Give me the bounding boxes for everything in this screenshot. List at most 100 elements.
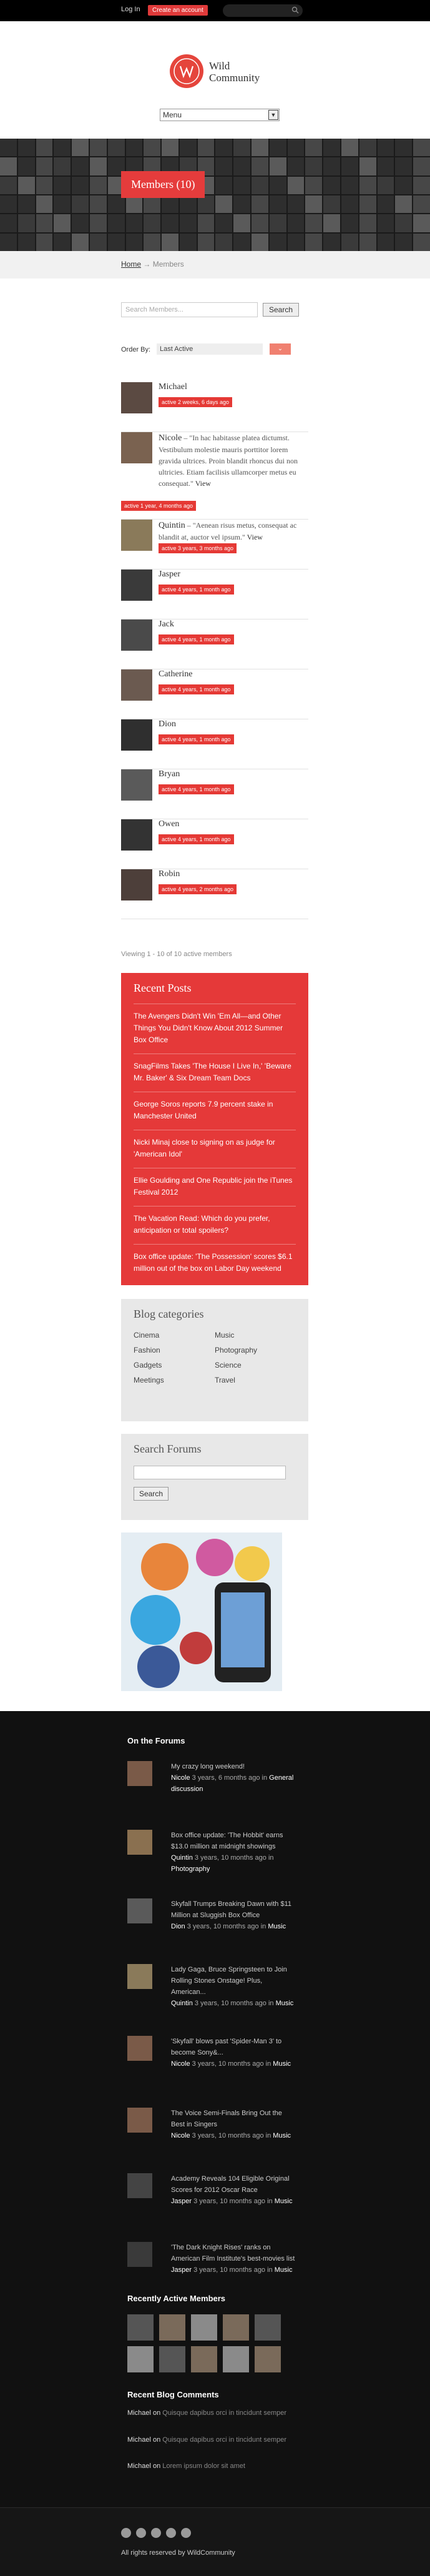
member-search-input[interactable]: Search Members...: [121, 302, 258, 317]
avatar[interactable]: [121, 619, 152, 651]
pinterest-icon[interactable]: [166, 2528, 176, 2538]
avatar[interactable]: [159, 2314, 185, 2341]
avatar[interactable]: [223, 2346, 249, 2372]
forum-topic-link[interactable]: 'The Dark Knight Rises' ranks on America…: [171, 2242, 296, 2264]
member-name[interactable]: Bryan: [159, 769, 180, 779]
recent-post-link[interactable]: George Soros reports 7.9 percent stake i…: [134, 1092, 296, 1130]
recent-post-link[interactable]: SnagFilms Takes 'The House I Live In,' '…: [134, 1054, 296, 1092]
category-link[interactable]: Meetings: [134, 1376, 215, 1384]
comment-author[interactable]: Michael: [127, 2409, 151, 2417]
forum-topic-link[interactable]: Skyfall Trumps Breaking Dawn with $11 Mi…: [171, 1898, 296, 1921]
recent-post-link[interactable]: The Avengers Didn't Win 'Em All—and Othe…: [134, 1004, 296, 1054]
twitter-icon[interactable]: [136, 2528, 146, 2538]
avatar[interactable]: [255, 2314, 281, 2341]
comment-post-link[interactable]: Quisque dapibus orci in tincidunt semper: [162, 2409, 286, 2417]
forum-topic-forum[interactable]: Music: [275, 2198, 293, 2205]
tumblr-icon[interactable]: [181, 2528, 191, 2538]
avatar[interactable]: [191, 2346, 217, 2372]
member-name[interactable]: Catherine: [159, 669, 192, 679]
avatar[interactable]: [121, 819, 152, 851]
avatar[interactable]: [121, 769, 152, 801]
recent-post-link[interactable]: Nicki Minaj close to signing on as judge…: [134, 1130, 296, 1168]
forum-topic-link[interactable]: The Voice Semi-Finals Bring Out the Best…: [171, 2108, 296, 2130]
avatar[interactable]: [127, 2314, 154, 2341]
site-logo[interactable]: [170, 54, 203, 88]
avatar[interactable]: [121, 382, 152, 413]
order-by-select[interactable]: Last Active: [157, 343, 263, 355]
forum-topic-link[interactable]: 'Skyfall' blows past 'Spider-Man 3' to b…: [171, 2036, 296, 2058]
recent-post-link[interactable]: Ellie Goulding and One Republic join the…: [134, 1168, 296, 1206]
member-name[interactable]: Jack: [159, 619, 174, 629]
forum-search-input[interactable]: [134, 1466, 286, 1479]
view-update-link[interactable]: View: [195, 479, 211, 488]
avatar[interactable]: [127, 1761, 152, 1786]
avatar[interactable]: [121, 869, 152, 901]
category-link[interactable]: Gadgets: [134, 1361, 215, 1369]
avatar[interactable]: [121, 432, 152, 463]
forum-topic-author[interactable]: Nicole: [171, 1774, 190, 1782]
category-link[interactable]: Photography: [215, 1346, 296, 1355]
avatar[interactable]: [127, 2242, 152, 2267]
forum-topic-link[interactable]: Box office update: 'The Hobbit' earns $1…: [171, 1830, 296, 1852]
avatar[interactable]: [159, 2346, 185, 2372]
avatar[interactable]: [121, 520, 152, 551]
login-link[interactable]: Log In: [121, 6, 140, 13]
breadcrumb-home[interactable]: Home: [121, 260, 141, 269]
avatar[interactable]: [121, 669, 152, 701]
avatar[interactable]: [127, 1830, 152, 1855]
avatar[interactable]: [255, 2346, 281, 2372]
forum-topic-forum[interactable]: Music: [276, 2000, 294, 2007]
forum-topic-forum[interactable]: Music: [275, 2266, 293, 2274]
member-name[interactable]: Jasper: [159, 570, 180, 580]
avatar[interactable]: [127, 2173, 152, 2198]
forum-topic-author[interactable]: Quintin: [171, 1854, 193, 1862]
forum-topic-forum[interactable]: Music: [273, 2060, 291, 2068]
category-link[interactable]: Fashion: [134, 1346, 215, 1355]
google-plus-icon[interactable]: [151, 2528, 161, 2538]
avatar[interactable]: [223, 2314, 249, 2341]
member-name[interactable]: Robin: [159, 869, 180, 879]
forum-topic-link[interactable]: Lady Gaga, Bruce Springsteen to Join Rol…: [171, 1964, 296, 1998]
menu-select[interactable]: Menu ▼: [160, 109, 280, 121]
member-name[interactable]: Owen: [159, 819, 179, 829]
forum-topic-author[interactable]: Nicole: [171, 2132, 190, 2139]
comment-author[interactable]: Michael: [127, 2462, 151, 2470]
member-name[interactable]: Nicole: [159, 433, 182, 443]
forum-topic-link[interactable]: Academy Reveals 104 Eligible Original Sc…: [171, 2173, 296, 2196]
recent-post-link[interactable]: Box office update: 'The Possession' scor…: [134, 1244, 296, 1282]
view-update-link[interactable]: View: [247, 533, 263, 541]
forum-topic-forum[interactable]: Music: [268, 1923, 286, 1930]
avatar[interactable]: [127, 1898, 152, 1923]
forum-topic-author[interactable]: Jasper: [171, 2198, 192, 2205]
avatar[interactable]: [127, 2036, 152, 2061]
avatar[interactable]: [127, 2346, 154, 2372]
admin-search-input[interactable]: [223, 4, 303, 17]
category-link[interactable]: Cinema: [134, 1331, 215, 1340]
comment-post-link[interactable]: Quisque dapibus orci in tincidunt semper: [162, 2436, 286, 2444]
comment-author[interactable]: Michael: [127, 2436, 151, 2444]
avatar[interactable]: [191, 2314, 217, 2341]
forum-topic-author[interactable]: Quintin: [171, 2000, 193, 2007]
forum-topic-author[interactable]: Dion: [171, 1923, 185, 1930]
facebook-icon[interactable]: [121, 2528, 131, 2538]
category-link[interactable]: Travel: [215, 1376, 296, 1384]
forum-topic-author[interactable]: Jasper: [171, 2266, 192, 2274]
forum-topic-link[interactable]: My crazy long weekend!: [171, 1761, 296, 1772]
forum-topic-forum[interactable]: Photography: [171, 1865, 210, 1873]
create-account-button[interactable]: Create an account: [148, 5, 208, 16]
comment-post-link[interactable]: Lorem ipsum dolor sit amet: [162, 2462, 245, 2470]
category-link[interactable]: Science: [215, 1361, 296, 1369]
avatar[interactable]: [127, 2108, 152, 2133]
avatar[interactable]: [127, 1964, 152, 1989]
recent-post-link[interactable]: The Vacation Read: Which do you prefer, …: [134, 1206, 296, 1244]
member-name[interactable]: Dion: [159, 719, 176, 729]
chevron-down-icon[interactable]: ⌄: [270, 343, 291, 355]
avatar[interactable]: [121, 570, 152, 601]
member-name[interactable]: Michael: [159, 382, 187, 392]
category-link[interactable]: Music: [215, 1331, 296, 1340]
avatar[interactable]: [121, 719, 152, 751]
member-name[interactable]: Quintin: [159, 521, 185, 530]
forum-topic-author[interactable]: Nicole: [171, 2060, 190, 2068]
forum-search-button[interactable]: Search: [134, 1487, 169, 1501]
forum-topic-forum[interactable]: Music: [273, 2132, 291, 2139]
